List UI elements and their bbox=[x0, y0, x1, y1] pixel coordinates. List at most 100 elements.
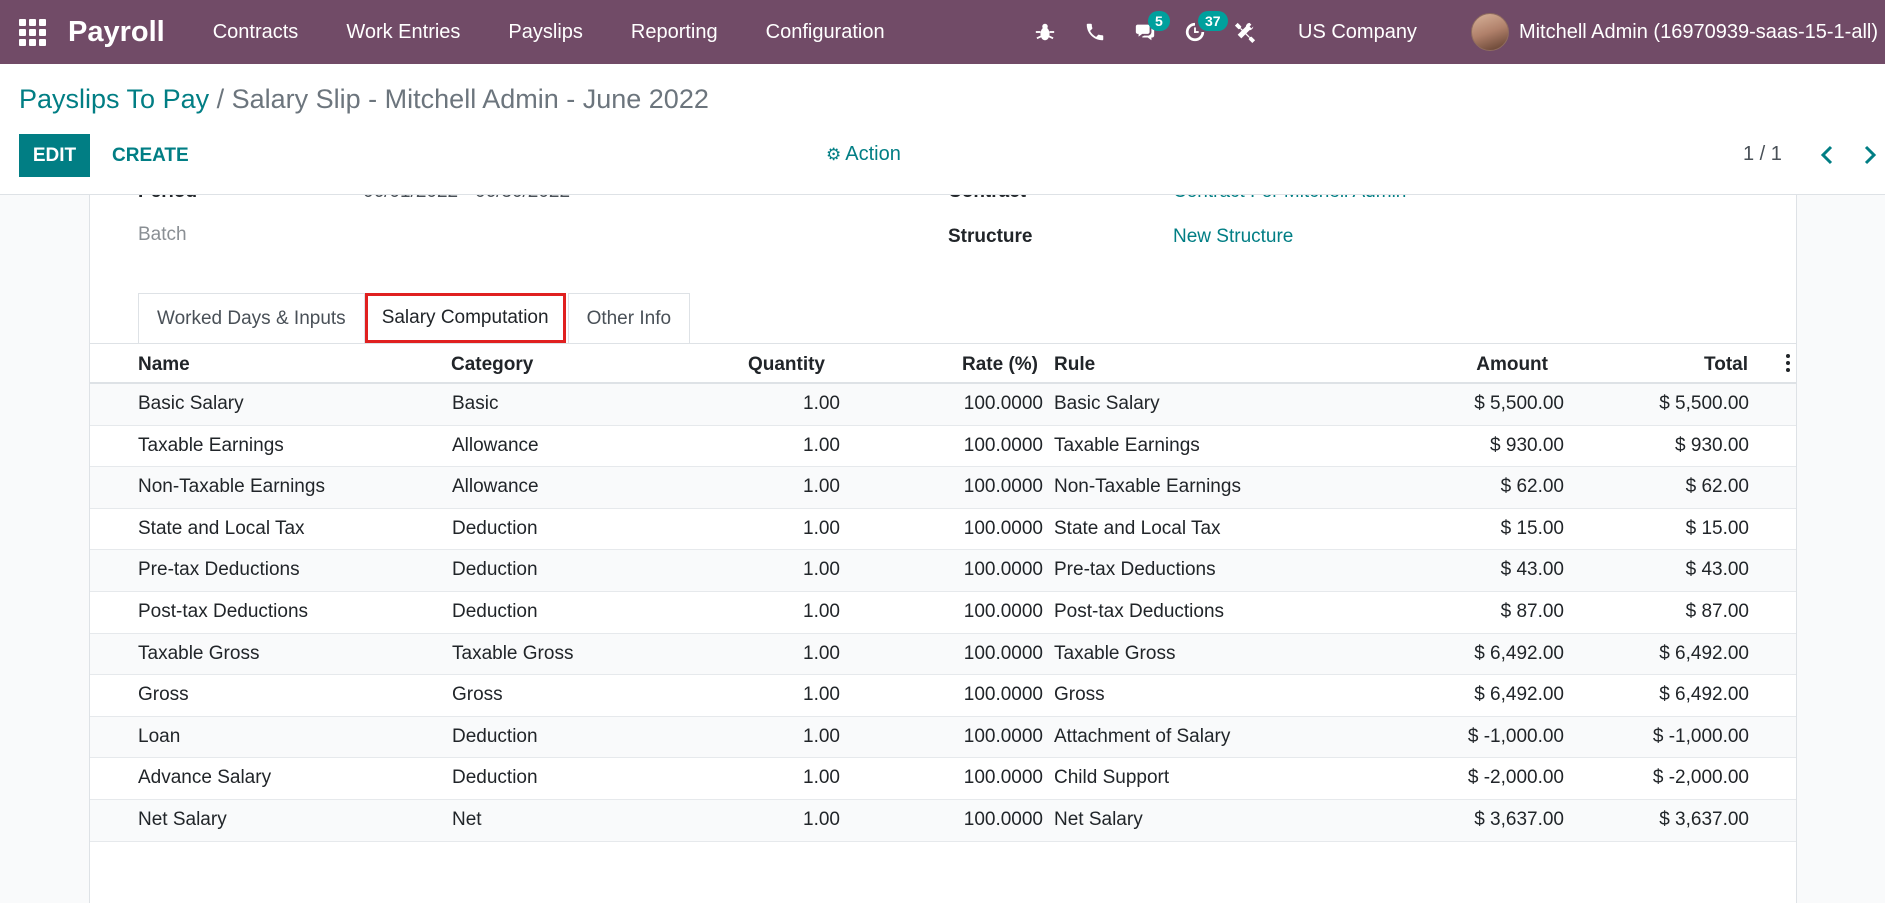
clock-icon[interactable]: 37 bbox=[1170, 0, 1228, 64]
contract-label: Contract bbox=[948, 195, 1026, 203]
cell-total: $ 5,500.00 bbox=[1659, 393, 1749, 414]
cell-rate: 100.0000 bbox=[963, 725, 1043, 747]
cell-rate: 100.0000 bbox=[963, 517, 1043, 539]
menu-item-reporting[interactable]: Reporting bbox=[607, 0, 742, 64]
cell-category: Gross bbox=[452, 684, 503, 706]
cell-quantity: 1.00 bbox=[803, 642, 840, 664]
chat-icon[interactable]: 5 bbox=[1120, 0, 1170, 64]
cell-total: $ -1,000.00 bbox=[1652, 725, 1749, 747]
column-amount[interactable]: Amount bbox=[1390, 354, 1548, 376]
edit-button[interactable]: EDIT bbox=[19, 134, 90, 177]
column-name[interactable]: Name bbox=[138, 354, 190, 376]
cell-rule: Child Support bbox=[1054, 767, 1170, 789]
create-button[interactable]: CREATE bbox=[98, 134, 203, 177]
cell-rate: 100.0000 bbox=[963, 393, 1043, 414]
tools-icon[interactable] bbox=[1220, 0, 1270, 64]
cell-quantity: 1.00 bbox=[803, 476, 840, 498]
column-category[interactable]: Category bbox=[451, 354, 533, 376]
apps-icon[interactable] bbox=[0, 0, 64, 64]
company-switcher[interactable]: US Company bbox=[1298, 21, 1417, 44]
cell-rule: Taxable Earnings bbox=[1054, 434, 1200, 456]
cell-rate: 100.0000 bbox=[963, 642, 1043, 664]
table-row[interactable]: Taxable Earnings Allowance 1.00 100.0000 Tax… bbox=[90, 426, 1796, 468]
column-quantity[interactable]: Quantity bbox=[690, 354, 825, 376]
cell-quantity: 1.00 bbox=[803, 434, 840, 456]
breadcrumb-current: Salary Slip - Mitchell Admin - June 2022 bbox=[231, 84, 709, 114]
gear-icon: ⚙ bbox=[826, 144, 842, 164]
tab-worked-days-inputs[interactable]: Worked Days & Inputs bbox=[138, 293, 365, 343]
app-brand[interactable]: Payroll bbox=[68, 16, 165, 49]
breadcrumb: Payslips To Pay / Salary Slip - Mitchell… bbox=[19, 84, 709, 115]
cell-rule: Pre-tax Deductions bbox=[1054, 559, 1216, 581]
cell-quantity: 1.00 bbox=[803, 684, 840, 706]
column-total[interactable]: Total bbox=[1590, 354, 1748, 376]
menu-item-work-entries[interactable]: Work Entries bbox=[322, 0, 484, 64]
table-row[interactable]: Advance Salary Deduction 1.00 100.0000 Child… bbox=[90, 758, 1796, 800]
menu-item-configuration[interactable]: Configuration bbox=[742, 0, 909, 64]
column-rate[interactable]: Rate (%) bbox=[900, 354, 1038, 376]
menu-item-contracts[interactable]: Contracts bbox=[189, 0, 323, 64]
table-row[interactable]: State and Local Tax Deduction 1.00 100.0000… bbox=[90, 509, 1796, 551]
cell-rate: 100.0000 bbox=[963, 684, 1043, 706]
cell-name: Gross bbox=[138, 684, 189, 706]
action-dropdown[interactable]: ⚙ Action bbox=[826, 143, 901, 166]
cell-rule: Taxable Gross bbox=[1054, 642, 1176, 664]
cell-rate: 100.0000 bbox=[963, 808, 1043, 830]
contract-link[interactable]: Contract For Mitchell Admin bbox=[1173, 195, 1406, 203]
cell-name: Basic Salary bbox=[138, 393, 244, 414]
cell-name: Post-tax Deductions bbox=[138, 600, 309, 622]
cell-quantity: 1.00 bbox=[803, 725, 840, 747]
table-row[interactable]: Gross Gross 1.00 100.0000 Gross $ 6,492.00 $ 6… bbox=[90, 675, 1796, 717]
period-value[interactable]: 06/01/2022 - 06/30/2022 bbox=[363, 195, 570, 203]
table-row[interactable]: Net Salary Net 1.00 100.0000 Net Salary $ 3,6… bbox=[90, 799, 1796, 842]
structure-link[interactable]: New Structure bbox=[1173, 226, 1293, 248]
cell-name: Advance Salary bbox=[138, 767, 272, 789]
table-row[interactable]: Taxable Gross Taxable Gross 1.00 100.0000 Ta… bbox=[90, 633, 1796, 676]
batch-label: Batch bbox=[138, 224, 187, 245]
cell-rule: Attachment of Salary bbox=[1054, 725, 1231, 747]
cell-rule: State and Local Tax bbox=[1054, 517, 1221, 539]
table-body: Basic Salary Basic 1.00 100.0000 Basic Salar… bbox=[90, 384, 1796, 842]
tab-other-info[interactable]: Other Info bbox=[567, 293, 691, 343]
salary-computation-table: Name Category Quantity Rate (%) Rule Amo… bbox=[90, 344, 1796, 842]
breadcrumb-parent[interactable]: Payslips To Pay bbox=[19, 84, 209, 114]
pager-previous-icon[interactable] bbox=[1812, 140, 1842, 170]
table-row[interactable]: Loan Deduction 1.00 100.0000 Attachment of S… bbox=[90, 716, 1796, 759]
bug-icon[interactable] bbox=[1020, 0, 1070, 64]
cell-quantity: 1.00 bbox=[803, 808, 840, 830]
structure-label: Structure bbox=[948, 226, 1033, 247]
table-row[interactable]: Basic Salary Basic 1.00 100.0000 Basic Salar… bbox=[90, 384, 1796, 426]
cell-amount: $ -2,000.00 bbox=[1467, 767, 1564, 789]
messages-badge: 5 bbox=[1148, 11, 1170, 31]
cell-total: $ 3,637.00 bbox=[1659, 808, 1749, 830]
optional-columns-icon[interactable] bbox=[1786, 354, 1792, 372]
table-row[interactable]: Post-tax Deductions Deduction 1.00 100.0000… bbox=[90, 592, 1796, 634]
menu-item-payslips[interactable]: Payslips bbox=[484, 0, 606, 64]
column-rule[interactable]: Rule bbox=[1054, 354, 1095, 376]
cell-category: Deduction bbox=[452, 559, 538, 581]
period-label: Period bbox=[138, 195, 197, 203]
cell-name: Taxable Gross bbox=[138, 642, 260, 664]
table-row[interactable]: Non-Taxable Earnings Allowance 1.00 100.000… bbox=[90, 467, 1796, 509]
cell-rule: Post-tax Deductions bbox=[1054, 600, 1225, 622]
cell-total: $ 87.00 bbox=[1685, 600, 1749, 622]
user-menu[interactable]: Mitchell Admin (16970939-saas-15-1-all) bbox=[1519, 21, 1878, 44]
table-row[interactable]: Pre-tax Deductions Deduction 1.00 100.0000 P… bbox=[90, 550, 1796, 592]
cell-amount: $ 6,492.00 bbox=[1474, 684, 1564, 706]
cell-rule: Gross bbox=[1054, 684, 1105, 706]
cell-category: Deduction bbox=[452, 767, 538, 789]
pager-next-icon[interactable] bbox=[1855, 140, 1885, 170]
notebook-tabs: Worked Days & Inputs Salary Computation … bbox=[138, 293, 692, 343]
breadcrumb-separator: / bbox=[209, 84, 232, 114]
top-navbar: Payroll Contracts Work Entries Payslips … bbox=[0, 0, 1885, 64]
cell-quantity: 1.00 bbox=[803, 559, 840, 581]
cell-amount: $ 87.00 bbox=[1500, 600, 1564, 622]
cell-quantity: 1.00 bbox=[803, 767, 840, 789]
pager-value[interactable]: 1 / 1 bbox=[1743, 143, 1782, 166]
cell-amount: $ 5,500.00 bbox=[1474, 393, 1564, 414]
phone-icon[interactable] bbox=[1070, 0, 1120, 64]
tab-salary-computation[interactable]: Salary Computation bbox=[364, 293, 566, 343]
avatar[interactable] bbox=[1470, 13, 1509, 51]
cell-category: Deduction bbox=[452, 600, 538, 622]
cell-category: Basic bbox=[452, 393, 499, 414]
